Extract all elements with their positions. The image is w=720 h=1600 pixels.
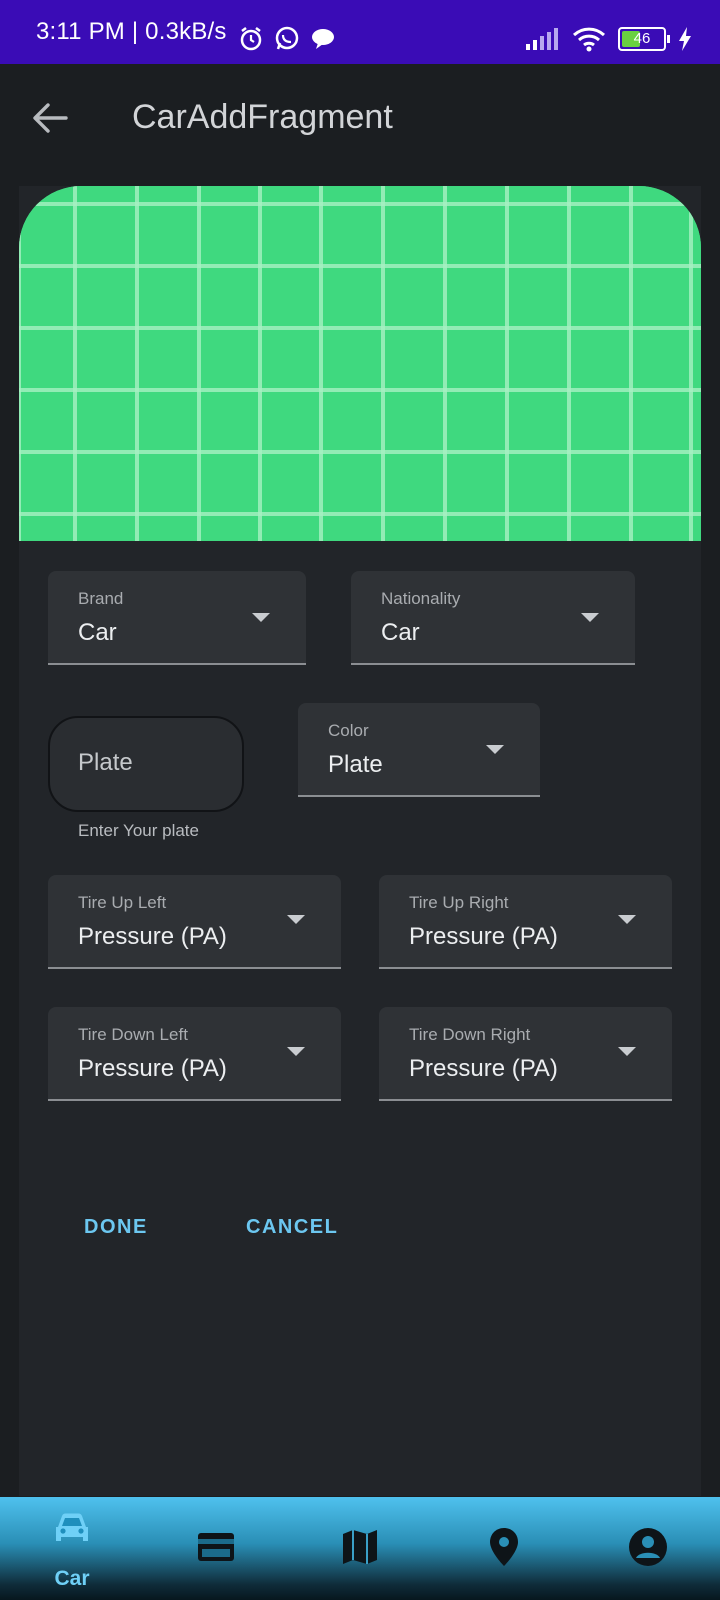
brand-dropdown[interactable]: Brand Car xyxy=(48,571,306,665)
nav-item-card[interactable] xyxy=(144,1497,288,1600)
battery-indicator: 46 xyxy=(618,27,670,51)
color-label: Color xyxy=(328,721,369,740)
map-icon xyxy=(343,1530,377,1564)
dropdown-arrow-icon xyxy=(287,1047,305,1056)
location-pin-icon xyxy=(490,1528,518,1566)
status-notification-icons xyxy=(238,26,336,52)
cancel-button[interactable]: CANCEL xyxy=(246,1216,338,1239)
status-system-icons: 46 xyxy=(526,26,692,52)
nationality-dropdown[interactable]: Nationality Car xyxy=(351,571,635,665)
dropdown-arrow-icon xyxy=(581,613,599,622)
tire-up-right-dropdown[interactable]: Tire Up Right Pressure (PA) xyxy=(379,875,672,969)
plate-helper-text: Enter Your plate xyxy=(78,821,199,840)
tire-up-left-value: Pressure (PA) xyxy=(78,923,227,950)
brand-value: Car xyxy=(78,619,117,646)
tire-down-left-dropdown[interactable]: Tire Down Left Pressure (PA) xyxy=(48,1007,341,1101)
dropdown-arrow-icon xyxy=(287,915,305,924)
done-button[interactable]: DONE xyxy=(84,1216,148,1239)
nav-item-map[interactable] xyxy=(288,1497,432,1600)
chat-bubble-icon xyxy=(312,29,334,49)
whatsapp-icon xyxy=(275,26,299,50)
tire-down-left-value: Pressure (PA) xyxy=(78,1055,227,1082)
status-time: 3:11 PM | 0.3kB/s xyxy=(36,18,227,45)
color-value: Plate xyxy=(328,751,383,778)
tire-down-right-dropdown[interactable]: Tire Down Right Pressure (PA) xyxy=(379,1007,672,1101)
plate-placeholder: Plate xyxy=(78,749,133,776)
dropdown-arrow-icon xyxy=(618,915,636,924)
nav-item-car[interactable]: Car xyxy=(0,1497,144,1600)
tire-down-right-label: Tire Down Right xyxy=(409,1025,531,1044)
nationality-value: Car xyxy=(381,619,420,646)
tire-down-right-value: Pressure (PA) xyxy=(409,1055,558,1082)
app-bar: CarAddFragment xyxy=(0,64,720,172)
car-image-placeholder[interactable] xyxy=(19,186,701,541)
nav-item-account[interactable] xyxy=(576,1497,720,1600)
card-icon xyxy=(198,1533,234,1561)
charging-icon xyxy=(679,27,691,51)
nav-label-car: Car xyxy=(54,1567,90,1590)
brand-label: Brand xyxy=(78,589,124,608)
signal-icon xyxy=(526,28,558,50)
color-dropdown[interactable]: Color Plate xyxy=(298,703,540,797)
tire-up-left-dropdown[interactable]: Tire Up Left Pressure (PA) xyxy=(48,875,341,969)
page-title: CarAddFragment xyxy=(132,98,393,136)
tire-up-right-label: Tire Up Right xyxy=(409,893,509,912)
grid-pattern xyxy=(19,186,701,541)
tire-up-left-label: Tire Up Left xyxy=(78,893,167,912)
tire-up-right-value: Pressure (PA) xyxy=(409,923,558,950)
account-icon xyxy=(629,1528,667,1566)
dropdown-arrow-icon xyxy=(618,1047,636,1056)
bottom-navigation: Car xyxy=(0,1497,720,1600)
dropdown-arrow-icon xyxy=(252,613,270,622)
back-arrow-icon[interactable] xyxy=(30,98,70,138)
status-bar: 3:11 PM | 0.3kB/s 46 xyxy=(0,0,720,64)
plate-input[interactable]: Plate xyxy=(48,716,244,812)
alarm-icon xyxy=(240,27,262,51)
nav-item-location[interactable] xyxy=(432,1497,576,1600)
tire-down-left-label: Tire Down Left xyxy=(78,1025,188,1044)
dropdown-arrow-icon xyxy=(486,745,504,754)
nationality-label: Nationality xyxy=(381,589,461,608)
battery-level: 46 xyxy=(633,30,651,47)
wifi-icon xyxy=(572,27,606,52)
car-icon xyxy=(56,1513,88,1541)
